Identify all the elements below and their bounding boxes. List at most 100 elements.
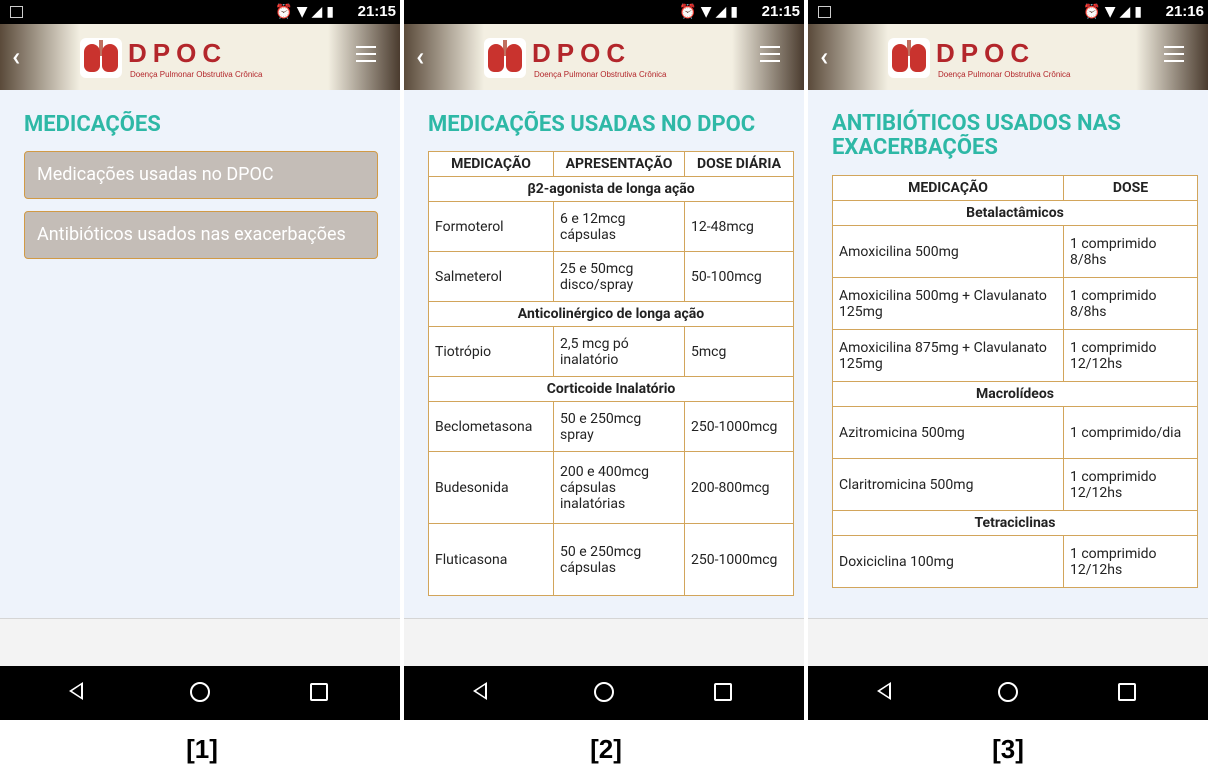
group-label: β2-agonista de longa ação (428, 176, 794, 202)
table-row: Amoxicilina 875mg + Clavulanato 125mg 1 … (832, 329, 1198, 382)
cell-apresentacao: 50 e 250mcg cápsulas (553, 523, 685, 596)
logo-title: DPOC (128, 38, 228, 68)
column-header: DOSE (1063, 175, 1198, 201)
hamburger-menu-icon[interactable] (760, 46, 780, 67)
cell-medicacao: Amoxicilina 500mg (832, 225, 1064, 278)
status-time: 21:15 (761, 3, 800, 20)
nav-back-icon[interactable] (473, 682, 487, 700)
cell-apresentacao: 6 e 12mcg cápsulas (553, 201, 685, 252)
column-header: APRESENTAÇÃO (553, 151, 685, 177)
app-header: ‹ DPOC Doença Pulmonar Obstrutiva Crônic… (404, 24, 804, 90)
group-label: Corticoide Inalatório (428, 376, 794, 402)
nav-recents-icon[interactable] (1118, 683, 1136, 701)
bottom-strip (404, 618, 804, 667)
notification-icon (818, 6, 831, 18)
logo-subtitle: Doença Pulmonar Obstrutiva Crônica (534, 70, 667, 79)
page-title: MEDICAÇÕES USADAS NO DPOC (428, 112, 756, 137)
screen-caption: [1] (186, 734, 218, 764)
nav-home-icon[interactable] (594, 682, 614, 702)
bottom-strip (0, 618, 400, 667)
status-bar: ⏰▼◢▮ 21:15 (404, 0, 804, 24)
nav-back-icon[interactable] (877, 682, 891, 700)
cell-dose: 1 comprimido/dia (1063, 406, 1198, 459)
group-row: Corticoide Inalatório (428, 376, 794, 402)
table-row: Doxiciclina 100mg 1 comprimido 12/12hs (832, 535, 1198, 588)
lungs-logo-icon (888, 38, 930, 78)
status-icons: ⏰▼◢▮ (679, 4, 742, 20)
android-nav-bar (404, 666, 804, 720)
medicacoes-dpoc-button[interactable]: Medicações usadas no DPOC (24, 151, 378, 199)
cell-dose: 1 comprimido 12/12hs (1063, 535, 1198, 588)
table-row: Amoxicilina 500mg 1 comprimido 8/8hs (832, 225, 1198, 278)
logo-title: DPOC (936, 38, 1036, 68)
column-header: MEDICAÇÃO (832, 175, 1064, 201)
content: ANTIBIÓTICOS USADOS NAS EXACERBAÇÕES MED… (808, 90, 1208, 618)
antibioticos-button[interactable]: Antibióticos usados nas exacerbações (24, 211, 378, 259)
nav-back-icon[interactable] (69, 682, 83, 700)
page-title: ANTIBIÓTICOS USADOS NAS EXACERBAÇÕES (832, 111, 1121, 160)
table-header-row: MEDICAÇÃO APRESENTAÇÃO DOSE DIÁRIA (428, 151, 794, 177)
column-header: DOSE DIÁRIA (684, 151, 794, 177)
screen-medicacoes: ⏰▼◢▮ 21:15 ‹ DPOC Doença Pulmonar Obstru… (0, 0, 400, 720)
screen-caption: [2] (590, 734, 622, 764)
hamburger-menu-icon[interactable] (1164, 46, 1184, 67)
table-row: Budesonida 200 e 400mcg cápsulas inalató… (428, 451, 794, 524)
lungs-logo-icon (80, 38, 122, 78)
cell-medicacao: Azitromicina 500mg (832, 406, 1064, 459)
group-row: Tetraciclinas (832, 510, 1198, 536)
table-row: Formoterol 6 e 12mcg cápsulas 12-48mcg (428, 201, 794, 252)
cell-dose: 50-100mcg (684, 251, 794, 302)
cell-medicacao: Tiotrópio (428, 326, 554, 377)
page-title: MEDICAÇÕES (24, 112, 161, 137)
screen-medicacoes-dpoc: ⏰▼◢▮ 21:15 ‹ DPOC Doença Pulmonar Obstru… (404, 0, 804, 720)
status-bar: ⏰▼◢▮ 21:16 (808, 0, 1208, 24)
cell-medicacao: Formoterol (428, 201, 554, 252)
back-icon[interactable]: ‹ (820, 42, 828, 72)
cell-medicacao: Amoxicilina 500mg + Clavulanato 125mg (832, 277, 1064, 330)
cell-dose: 200-800mcg (684, 451, 794, 524)
logo-subtitle: Doença Pulmonar Obstrutiva Crônica (938, 70, 1071, 79)
notification-icon (10, 6, 23, 18)
cell-medicacao: Claritromicina 500mg (832, 458, 1064, 511)
cell-medicacao: Budesonida (428, 451, 554, 524)
cell-apresentacao: 2,5 mcg pó inalatório (553, 326, 685, 377)
screen-caption: [3] (992, 734, 1024, 764)
group-row: Betalactâmicos (832, 200, 1198, 226)
cell-dose: 1 comprimido 8/8hs (1063, 277, 1198, 330)
group-label: Macrolídeos (832, 381, 1198, 407)
cell-apresentacao: 25 e 50mcg disco/spray (553, 251, 685, 302)
column-header: MEDICAÇÃO (428, 151, 554, 177)
cell-medicacao: Amoxicilina 875mg + Clavulanato 125mg (832, 329, 1064, 382)
cell-dose: 1 comprimido 12/12hs (1063, 329, 1198, 382)
group-label: Betalactâmicos (832, 200, 1198, 226)
back-icon[interactable]: ‹ (12, 42, 20, 72)
table-row: Claritromicina 500mg 1 comprimido 12/12h… (832, 458, 1198, 511)
back-icon[interactable]: ‹ (416, 42, 424, 72)
status-bar: ⏰▼◢▮ 21:15 (0, 0, 400, 24)
android-nav-bar (808, 666, 1208, 720)
nav-recents-icon[interactable] (714, 683, 732, 701)
status-icons: ⏰▼◢▮ (275, 4, 338, 20)
table-row: Salmeterol 25 e 50mcg disco/spray 50-100… (428, 251, 794, 302)
nav-home-icon[interactable] (190, 682, 210, 702)
nav-home-icon[interactable] (998, 682, 1018, 702)
cell-apresentacao: 50 e 250mcg spray (553, 401, 685, 452)
android-nav-bar (0, 666, 400, 720)
content: MEDICAÇÕES Medicações usadas no DPOC Ant… (0, 90, 400, 618)
cell-medicacao: Doxiciclina 100mg (832, 535, 1064, 588)
cell-medicacao: Fluticasona (428, 523, 554, 596)
nav-recents-icon[interactable] (310, 683, 328, 701)
screen-antibioticos: ⏰▼◢▮ 21:16 ‹ DPOC Doença Pulmonar Obstru… (808, 0, 1208, 720)
table-row: Beclometasona 50 e 250mcg spray 250-1000… (428, 401, 794, 452)
antibiotics-table: MEDICAÇÃO DOSE Betalactâmicos Amoxicilin… (832, 175, 1198, 588)
cell-dose: 12-48mcg (684, 201, 794, 252)
cell-medicacao: Beclometasona (428, 401, 554, 452)
table-row: Amoxicilina 500mg + Clavulanato 125mg 1 … (832, 277, 1198, 330)
hamburger-menu-icon[interactable] (356, 46, 376, 67)
app-header: ‹ DPOC Doença Pulmonar Obstrutiva Crônic… (0, 24, 400, 90)
app-header: ‹ DPOC Doença Pulmonar Obstrutiva Crônic… (808, 24, 1208, 90)
cell-apresentacao: 200 e 400mcg cápsulas inalatórias (553, 451, 685, 524)
cell-dose: 250-1000mcg (684, 401, 794, 452)
lungs-logo-icon (484, 38, 526, 78)
cell-dose: 1 comprimido 12/12hs (1063, 458, 1198, 511)
